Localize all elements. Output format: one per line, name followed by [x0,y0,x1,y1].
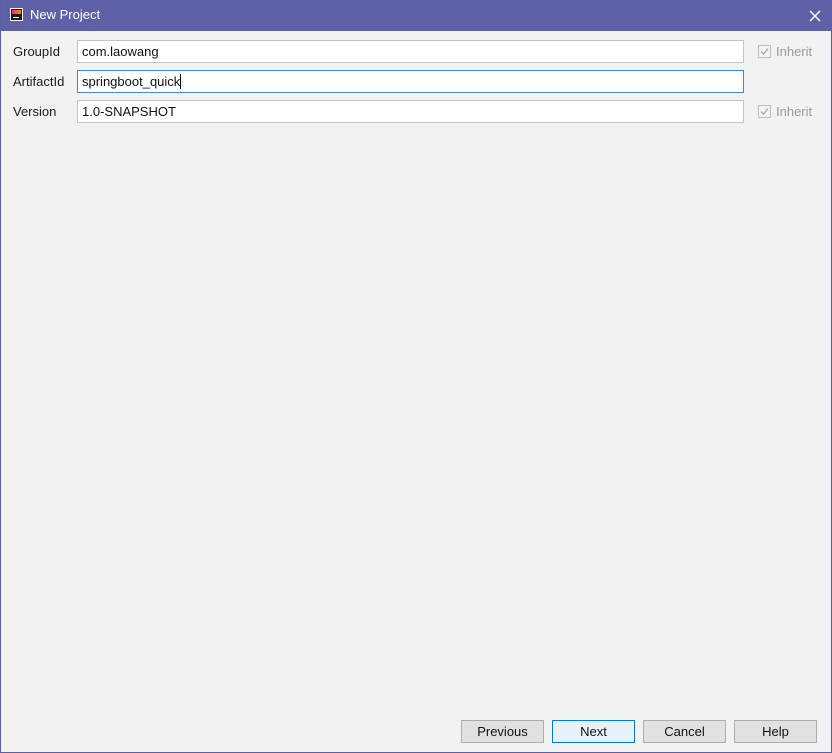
artifactid-field[interactable]: springboot_quick [77,70,744,93]
version-inherit-label: Inherit [776,104,813,119]
groupid-value: com.laowang [82,44,159,59]
checkbox-checked-icon [758,105,771,118]
groupid-row: GroupId com.laowang Inherit [1,40,832,64]
groupid-field[interactable]: com.laowang [77,40,744,63]
help-button[interactable]: Help [734,720,817,743]
artifactid-row: ArtifactId springboot_quick [1,70,832,94]
groupid-label: GroupId [13,44,60,59]
close-button[interactable] [797,0,832,31]
version-inherit-checkbox[interactable]: Inherit [758,103,812,120]
version-row: Version 1.0-SNAPSHOT Inherit [1,100,832,124]
groupid-inherit-checkbox[interactable]: Inherit [758,43,812,60]
artifactid-value: springboot_quick [82,74,181,89]
cancel-button[interactable]: Cancel [643,720,726,743]
help-button-label: Help [762,724,789,739]
version-label: Version [13,104,57,119]
artifactid-label: ArtifactId [13,74,65,89]
next-button-label: Next [580,724,607,739]
cancel-button-label: Cancel [664,724,705,739]
previous-button[interactable]: Previous [461,720,544,743]
intellij-icon [10,8,23,21]
text-caret [180,74,182,89]
new-project-dialog: New Project GroupId com.laowang Inherit … [0,0,832,753]
previous-button-label: Previous [477,724,528,739]
checkbox-checked-icon [758,45,771,58]
window-title: New Project [30,7,101,22]
groupid-inherit-label: Inherit [776,44,813,59]
version-field[interactable]: 1.0-SNAPSHOT [77,100,744,123]
close-icon [809,10,821,21]
title-bar[interactable]: New Project [1,0,832,31]
version-value: 1.0-SNAPSHOT [82,104,176,119]
next-button[interactable]: Next [552,720,635,743]
